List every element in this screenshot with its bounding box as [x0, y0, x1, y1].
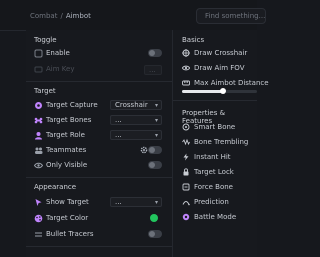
target-bones-label: Target Bones	[46, 116, 92, 124]
show-target-select[interactable]: ... ▾	[110, 197, 162, 207]
slider-fill	[182, 90, 224, 93]
users-icon	[35, 147, 43, 154]
breadcrumb-separator: /	[60, 12, 63, 20]
smart-bone-icon	[182, 123, 190, 131]
force-icon	[182, 183, 190, 191]
target-role-select[interactable]: ... ▾	[110, 130, 162, 140]
only-visible-row: Only Visible	[34, 160, 164, 172]
battle-mode-icon	[182, 213, 190, 221]
aim-key-select[interactable]: ...	[144, 65, 162, 75]
basics-item-label[interactable]: Draw Aim FOV	[194, 64, 245, 72]
chevron-down-icon: ▾	[154, 117, 158, 124]
crosshair-icon	[35, 102, 42, 109]
eye-icon	[182, 65, 190, 71]
target-role-value: ...	[115, 131, 122, 139]
target-role-label: Target Role	[46, 131, 85, 139]
basics-item-label: Max Aimbot Distance	[194, 79, 269, 87]
breadcrumb-current: Aimbot	[65, 12, 91, 20]
section-title-target: Target	[34, 87, 56, 95]
divider	[173, 100, 257, 101]
target-capture-select[interactable]: Crosshair ▾	[110, 100, 162, 110]
section-title-toggle: Toggle	[34, 36, 57, 44]
teammates-label: Teammates	[46, 146, 87, 154]
section-title-basics: Basics	[182, 36, 205, 44]
slider-handle[interactable]	[220, 88, 227, 94]
target-capture-label: Target Capture	[46, 101, 98, 109]
breadcrumb: Combat / Aimbot	[30, 12, 91, 20]
feature-item-label[interactable]: Force Bone	[194, 183, 233, 191]
only-visible-toggle[interactable]	[148, 161, 162, 169]
teammates-toggle[interactable]	[148, 146, 162, 154]
max-distance-slider[interactable]	[182, 88, 257, 94]
trembling-icon	[182, 138, 190, 146]
target-bones-select[interactable]: ... ▾	[110, 115, 162, 125]
feature-item-label[interactable]: Bone Trembling	[194, 138, 248, 146]
prediction-icon	[182, 201, 190, 206]
divider	[26, 81, 172, 82]
enable-label: Enable	[46, 49, 70, 57]
show-target-value: ...	[115, 198, 122, 206]
target-capture-value: Crosshair	[115, 101, 148, 109]
bullet-tracers-row: Bullet Tracers	[34, 229, 164, 241]
bone-icon	[34, 117, 43, 124]
crosshair-icon	[182, 49, 190, 57]
divider	[26, 177, 172, 178]
left-panel: Toggle Enable Aim Key ... Target Target …	[26, 30, 173, 257]
enable-row: Enable	[34, 48, 164, 60]
feature-item-label[interactable]: Target Lock	[194, 168, 234, 176]
chevron-down-icon: ▾	[154, 199, 158, 206]
feature-item-label[interactable]: Smart Bone	[194, 123, 235, 131]
eye-icon	[34, 162, 43, 169]
enable-toggle[interactable]	[148, 49, 162, 57]
palette-icon	[34, 214, 43, 223]
key-icon	[34, 66, 43, 73]
chevron-down-icon: ▾	[154, 132, 158, 139]
lock-icon	[183, 168, 189, 176]
feature-item-label[interactable]: Prediction	[194, 198, 229, 206]
target-color-label: Target Color	[46, 214, 89, 222]
aim-key-label: Aim Key	[46, 65, 75, 73]
top-bar: Combat / Aimbot Find something...	[0, 0, 266, 31]
breadcrumb-parent[interactable]: Combat	[30, 12, 57, 20]
feature-item-label[interactable]: Battle Mode	[194, 213, 236, 221]
distance-icon	[182, 80, 190, 86]
bullet-tracers-toggle[interactable]	[148, 230, 162, 238]
search-input[interactable]: Find something...	[196, 8, 266, 24]
bullet-tracers-label: Bullet Tracers	[46, 230, 94, 238]
role-icon	[35, 132, 42, 140]
gear-icon[interactable]	[140, 146, 148, 154]
tracer-icon	[35, 232, 42, 237]
feature-item-label[interactable]: Instant Hit	[194, 153, 231, 161]
target-bones-value: ...	[115, 116, 122, 124]
lightning-icon	[183, 153, 189, 161]
basics-item-label[interactable]: Draw Crosshair	[194, 49, 247, 57]
chevron-down-icon: ▾	[154, 102, 158, 109]
checkbox-icon[interactable]	[34, 49, 43, 58]
show-target-label: Show Target	[46, 198, 89, 206]
section-title-appearance: Appearance	[34, 183, 77, 191]
right-panel: Basics Draw Crosshair Draw Aim FOV Max A…	[173, 30, 269, 257]
aim-key-value: ...	[149, 66, 156, 74]
search-placeholder: Find something...	[205, 12, 266, 20]
pointer-icon	[35, 199, 42, 206]
divider	[26, 246, 172, 247]
target-color-swatch[interactable]	[150, 214, 158, 222]
only-visible-label: Only Visible	[46, 161, 88, 169]
target-color-row: Target Color	[34, 213, 164, 225]
